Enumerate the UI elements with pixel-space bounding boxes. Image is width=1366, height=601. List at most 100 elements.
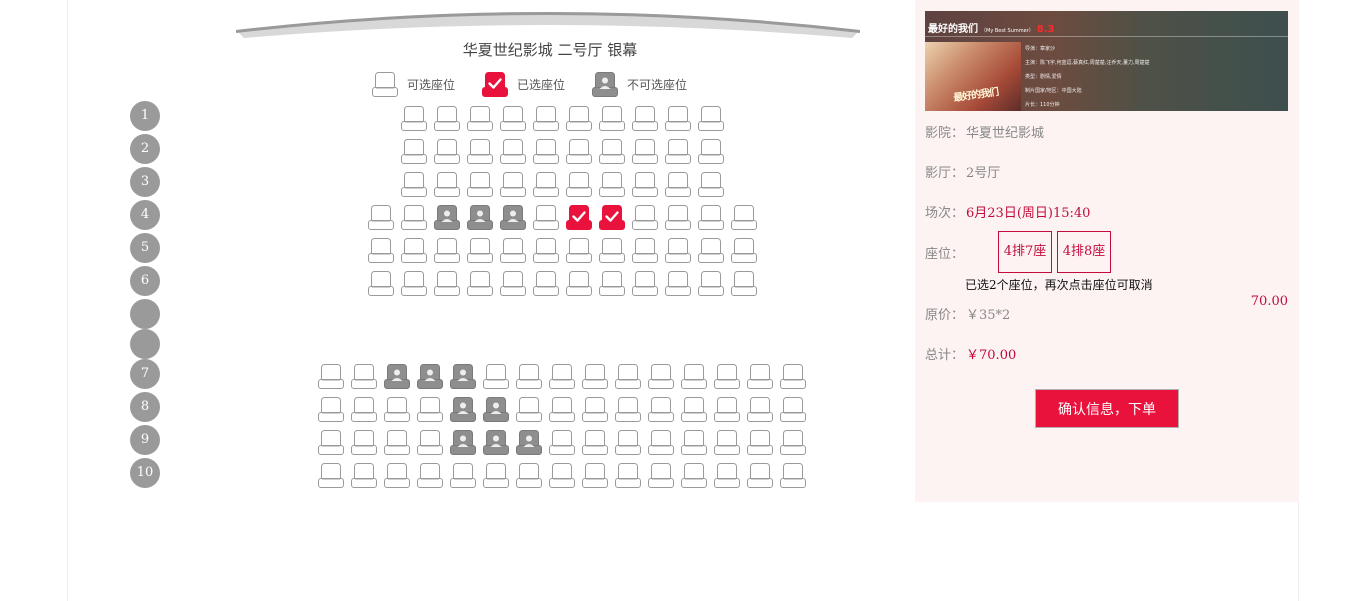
available-seat[interactable] xyxy=(698,238,724,263)
available-seat[interactable] xyxy=(632,271,658,296)
available-seat[interactable] xyxy=(632,238,658,263)
available-seat[interactable] xyxy=(780,463,806,488)
available-seat[interactable] xyxy=(434,238,460,263)
available-seat[interactable] xyxy=(566,172,592,197)
available-seat[interactable] xyxy=(665,172,691,197)
available-seat[interactable] xyxy=(566,139,592,164)
available-seat[interactable] xyxy=(516,463,542,488)
available-seat[interactable] xyxy=(747,397,773,422)
available-seat[interactable] xyxy=(368,271,394,296)
available-seat[interactable] xyxy=(731,205,757,230)
available-seat[interactable] xyxy=(549,364,575,389)
available-seat[interactable] xyxy=(632,172,658,197)
available-seat[interactable] xyxy=(351,463,377,488)
available-seat[interactable] xyxy=(714,463,740,488)
available-seat[interactable] xyxy=(549,430,575,455)
available-seat[interactable] xyxy=(417,463,443,488)
available-seat[interactable] xyxy=(401,238,427,263)
available-seat[interactable] xyxy=(434,139,460,164)
available-seat[interactable] xyxy=(417,430,443,455)
available-seat[interactable] xyxy=(483,364,509,389)
selected-seat[interactable] xyxy=(566,205,592,230)
available-seat[interactable] xyxy=(401,271,427,296)
available-seat[interactable] xyxy=(599,238,625,263)
available-seat[interactable] xyxy=(681,397,707,422)
available-seat[interactable] xyxy=(516,364,542,389)
available-seat[interactable] xyxy=(401,205,427,230)
available-seat[interactable] xyxy=(467,271,493,296)
available-seat[interactable] xyxy=(599,172,625,197)
available-seat[interactable] xyxy=(401,139,427,164)
available-seat[interactable] xyxy=(533,139,559,164)
selected-seat-tag[interactable]: 4排8座 xyxy=(1057,231,1111,273)
available-seat[interactable] xyxy=(483,463,509,488)
available-seat[interactable] xyxy=(681,364,707,389)
available-seat[interactable] xyxy=(615,430,641,455)
available-seat[interactable] xyxy=(566,271,592,296)
available-seat[interactable] xyxy=(318,364,344,389)
available-seat[interactable] xyxy=(648,463,674,488)
selected-seat[interactable] xyxy=(599,205,625,230)
available-seat[interactable] xyxy=(747,463,773,488)
available-seat[interactable] xyxy=(467,106,493,131)
available-seat[interactable] xyxy=(582,463,608,488)
available-seat[interactable] xyxy=(533,238,559,263)
available-seat[interactable] xyxy=(714,364,740,389)
available-seat[interactable] xyxy=(384,463,410,488)
available-seat[interactable] xyxy=(318,397,344,422)
available-seat[interactable] xyxy=(698,271,724,296)
available-seat[interactable] xyxy=(434,106,460,131)
available-seat[interactable] xyxy=(566,106,592,131)
available-seat[interactable] xyxy=(731,271,757,296)
available-seat[interactable] xyxy=(351,397,377,422)
available-seat[interactable] xyxy=(615,463,641,488)
available-seat[interactable] xyxy=(665,106,691,131)
available-seat[interactable] xyxy=(599,106,625,131)
available-seat[interactable] xyxy=(698,106,724,131)
available-seat[interactable] xyxy=(648,364,674,389)
available-seat[interactable] xyxy=(780,364,806,389)
available-seat[interactable] xyxy=(549,397,575,422)
available-seat[interactable] xyxy=(533,172,559,197)
available-seat[interactable] xyxy=(632,139,658,164)
available-seat[interactable] xyxy=(665,139,691,164)
available-seat[interactable] xyxy=(582,364,608,389)
available-seat[interactable] xyxy=(681,430,707,455)
available-seat[interactable] xyxy=(549,463,575,488)
available-seat[interactable] xyxy=(351,430,377,455)
available-seat[interactable] xyxy=(384,430,410,455)
available-seat[interactable] xyxy=(648,430,674,455)
available-seat[interactable] xyxy=(533,205,559,230)
available-seat[interactable] xyxy=(467,139,493,164)
available-seat[interactable] xyxy=(599,271,625,296)
available-seat[interactable] xyxy=(401,106,427,131)
selected-seat-tag[interactable]: 4排7座 xyxy=(998,231,1052,273)
available-seat[interactable] xyxy=(582,430,608,455)
available-seat[interactable] xyxy=(500,139,526,164)
available-seat[interactable] xyxy=(681,463,707,488)
available-seat[interactable] xyxy=(615,397,641,422)
available-seat[interactable] xyxy=(698,139,724,164)
available-seat[interactable] xyxy=(665,205,691,230)
available-seat[interactable] xyxy=(500,106,526,131)
available-seat[interactable] xyxy=(500,271,526,296)
available-seat[interactable] xyxy=(434,172,460,197)
available-seat[interactable] xyxy=(665,271,691,296)
available-seat[interactable] xyxy=(467,238,493,263)
available-seat[interactable] xyxy=(368,205,394,230)
available-seat[interactable] xyxy=(401,172,427,197)
available-seat[interactable] xyxy=(747,430,773,455)
available-seat[interactable] xyxy=(582,397,608,422)
available-seat[interactable] xyxy=(318,430,344,455)
available-seat[interactable] xyxy=(467,172,493,197)
available-seat[interactable] xyxy=(698,205,724,230)
available-seat[interactable] xyxy=(351,364,377,389)
available-seat[interactable] xyxy=(731,238,757,263)
available-seat[interactable] xyxy=(533,271,559,296)
available-seat[interactable] xyxy=(384,397,410,422)
available-seat[interactable] xyxy=(533,106,559,131)
available-seat[interactable] xyxy=(318,463,344,488)
confirm-order-button[interactable]: 确认信息，下单 xyxy=(1035,389,1179,428)
available-seat[interactable] xyxy=(500,172,526,197)
available-seat[interactable] xyxy=(632,106,658,131)
